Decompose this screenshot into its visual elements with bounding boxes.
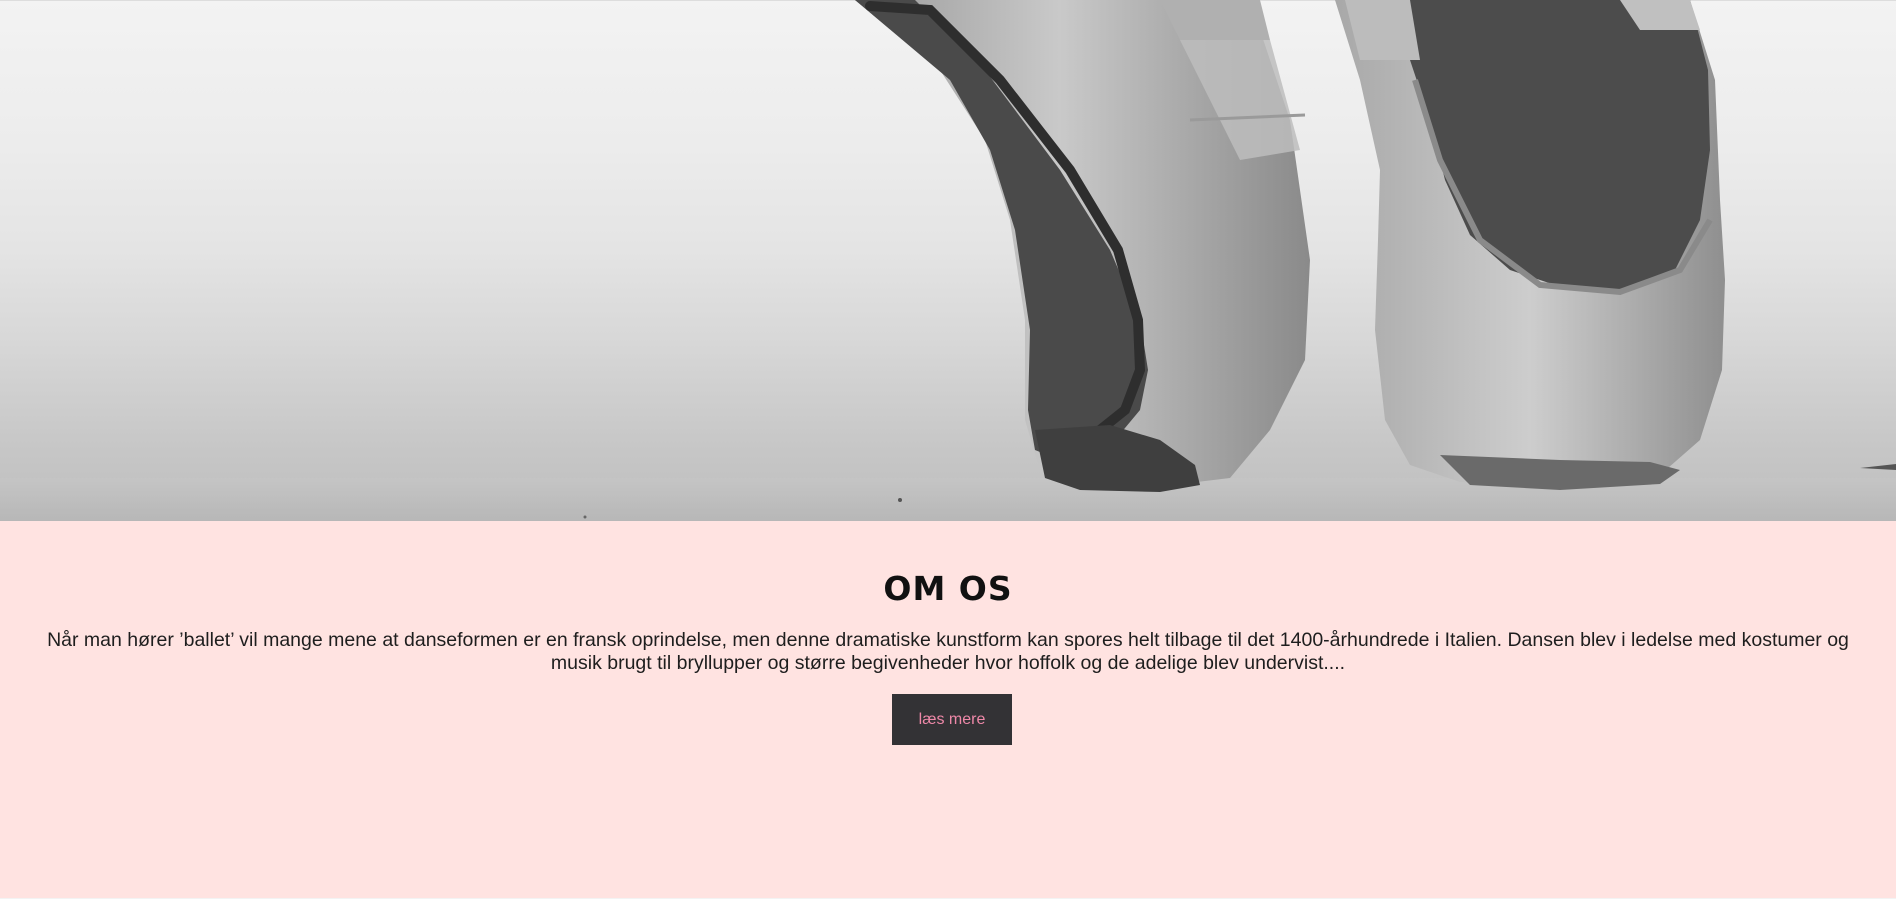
page: OM OS Når man hører ’ballet’ vil mange m… (0, 0, 1896, 899)
right-pointe-shoe (1335, 0, 1725, 490)
about-title: OM OS (883, 569, 1013, 608)
left-pointe-shoe (855, 0, 1310, 492)
hero-image (0, 0, 1896, 521)
ballet-shoes-illustration (0, 0, 1896, 521)
read-more-button[interactable]: læs mere (892, 694, 1012, 745)
about-text: Når man hører ’ballet’ vil mange mene at… (47, 629, 1849, 674)
about-section: OM OS Når man hører ’ballet’ vil mange m… (0, 521, 1896, 899)
